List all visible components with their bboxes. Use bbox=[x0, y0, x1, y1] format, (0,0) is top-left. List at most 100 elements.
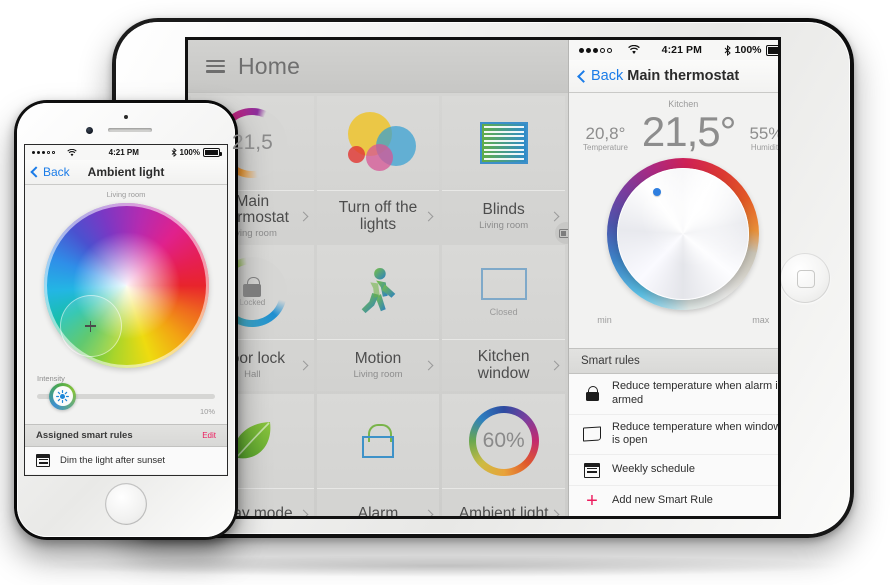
padlock-icon bbox=[243, 277, 262, 297]
scene: Home 21,5 Main thermostat Living room Tu… bbox=[0, 0, 890, 585]
tile-title: Kitchen window bbox=[477, 348, 530, 382]
assigned-rules-header: Assigned smart rules Edit bbox=[25, 424, 227, 447]
ipad-status-bar: 4:21 PM 100% bbox=[569, 40, 778, 60]
status-right: 100% bbox=[724, 44, 778, 56]
status-time: 4:21 PM bbox=[661, 44, 703, 56]
chevron-right-icon bbox=[549, 360, 560, 370]
rule-text: Weekly schedule bbox=[612, 463, 695, 476]
assigned-rules-title: Assigned smart rules bbox=[36, 430, 133, 441]
iphone-device: 4:21 PM 100% Back Ambient light Living r… bbox=[14, 100, 238, 540]
tile-blinds[interactable]: Blinds Living room bbox=[442, 96, 565, 242]
rule-text: Reduce temperature when window is open bbox=[612, 420, 778, 447]
add-smart-rule-button[interactable]: + Add new Smart Rule bbox=[569, 486, 778, 516]
tile-ambient-light[interactable]: 60% Ambient light bbox=[442, 394, 565, 516]
tile-motion[interactable]: Motion Living room bbox=[316, 245, 440, 391]
tile-caption: Kitchen window bbox=[442, 339, 565, 391]
intensity-label: Intensity bbox=[37, 374, 65, 383]
target-temperature: 21,5° bbox=[641, 108, 737, 155]
chevron-right-icon bbox=[298, 509, 309, 516]
iphone-proximity-sensor-icon bbox=[124, 115, 128, 119]
list-item[interactable]: Reduce temperature when window is open bbox=[569, 415, 778, 455]
tile-art: Closed bbox=[442, 245, 565, 339]
tile-title: Motion bbox=[354, 349, 402, 367]
hamburger-icon[interactable] bbox=[206, 59, 225, 73]
tile-subtitle: Hall bbox=[244, 369, 261, 381]
wifi-icon bbox=[67, 148, 77, 156]
blinds-icon bbox=[479, 122, 528, 164]
battery-icon bbox=[203, 148, 222, 157]
color-wheel-picker[interactable] bbox=[43, 203, 209, 368]
back-button[interactable]: Back bbox=[577, 68, 624, 84]
humidity-value: 55% bbox=[749, 123, 778, 143]
walking-person-icon bbox=[361, 267, 396, 314]
list-item[interactable]: Dim the light after sunset bbox=[25, 447, 227, 474]
slider-knob[interactable] bbox=[49, 382, 76, 410]
lock-icon bbox=[583, 385, 601, 403]
chevron-right-icon bbox=[423, 211, 434, 221]
chevron-right-icon bbox=[298, 360, 309, 370]
smart-rules-header: Smart rules bbox=[569, 348, 778, 374]
home-pane: Home 21,5 Main thermostat Living room Tu… bbox=[188, 40, 577, 516]
iphone-status-bar: 4:21 PM 100% bbox=[25, 145, 227, 160]
thermostat-body: Kitchen 20,8° Temperature 21,5° 55% Humi… bbox=[569, 93, 778, 516]
tile-badge: Locked bbox=[239, 298, 266, 307]
back-label: Back bbox=[591, 68, 624, 84]
rule-text: Reduce temperature when alarm is armed bbox=[612, 380, 778, 406]
dial-min-label: min bbox=[597, 314, 612, 325]
humidity-label: Humidity bbox=[750, 142, 778, 152]
chevron-right-icon bbox=[549, 509, 560, 516]
tile-caption: Ambient light bbox=[442, 488, 565, 516]
list-item[interactable]: Weekly schedule bbox=[569, 455, 778, 486]
temperature-readout: 20,8° Temperature bbox=[583, 125, 628, 152]
signal-strength-icon bbox=[32, 150, 55, 155]
iphone-front-camera-icon bbox=[86, 127, 93, 134]
battery-percent: 100% bbox=[179, 148, 200, 157]
temperature-dial[interactable] bbox=[607, 157, 760, 310]
chevron-right-icon bbox=[298, 211, 309, 221]
wifi-icon bbox=[628, 45, 640, 54]
page-title: Home bbox=[238, 52, 301, 79]
edit-button[interactable]: Edit bbox=[202, 431, 216, 440]
chevron-right-icon bbox=[549, 211, 560, 221]
ipad-screen: Home 21,5 Main thermostat Living room Tu… bbox=[188, 40, 778, 516]
iphone-home-button[interactable] bbox=[105, 483, 147, 525]
home-header: Home bbox=[188, 40, 568, 93]
bluetooth-icon bbox=[171, 148, 177, 157]
padlock-icon bbox=[361, 424, 394, 458]
tile-art bbox=[317, 245, 440, 339]
calendar-icon bbox=[583, 461, 601, 479]
tile-title: Alarm bbox=[357, 505, 399, 516]
intensity-section: Intensity 10% bbox=[25, 368, 227, 424]
thermostat-detail-pane: 4:21 PM 100% Back Main thermostat Kitche… bbox=[568, 40, 778, 516]
battery-icon bbox=[765, 44, 778, 56]
readouts: 20,8° Temperature 21,5° 55% Humidity bbox=[569, 108, 778, 155]
list-item[interactable]: Reduce temperature when alarm is armed bbox=[569, 374, 778, 415]
color-picker-handle[interactable] bbox=[59, 295, 122, 357]
tile-turn-off-the-lights[interactable]: Turn off the lights bbox=[316, 96, 440, 242]
brightness-icon bbox=[56, 389, 69, 403]
tile-title: Turn off the lights bbox=[338, 199, 418, 233]
tile-kitchen-window[interactable]: Closed Kitchen window bbox=[442, 245, 565, 391]
tile-badge: 60% bbox=[482, 429, 525, 452]
tile-subtitle: Living room bbox=[479, 220, 529, 232]
tile-caption: Motion Living room bbox=[316, 339, 440, 391]
drop-shadow bbox=[40, 555, 850, 577]
intensity-slider[interactable] bbox=[37, 382, 215, 410]
window-icon bbox=[583, 425, 601, 443]
tile-art bbox=[317, 394, 440, 488]
signal-strength-icon bbox=[579, 45, 640, 55]
tile-caption: Blinds Living room bbox=[442, 190, 565, 242]
tile-title: Ambient light bbox=[458, 505, 549, 516]
tile-caption: Alarm bbox=[316, 488, 440, 516]
device-grid: 21,5 Main thermostat Living room Turn of… bbox=[188, 93, 568, 516]
dial-scale-labels: min max bbox=[597, 315, 769, 325]
dial-knob[interactable] bbox=[617, 167, 750, 300]
tile-title: Blinds bbox=[482, 200, 525, 218]
status-time: 4:21 PM bbox=[108, 148, 139, 157]
iphone-body: 4:21 PM 100% Back Ambient light Living r… bbox=[17, 103, 235, 537]
rule-text: Add new Smart Rule bbox=[612, 494, 713, 507]
ipad-home-button[interactable] bbox=[780, 253, 830, 303]
tile-alarm[interactable]: Alarm bbox=[316, 394, 440, 516]
nav-title: Ambient light bbox=[87, 165, 165, 179]
tile-badge: 21,5 bbox=[231, 131, 273, 154]
